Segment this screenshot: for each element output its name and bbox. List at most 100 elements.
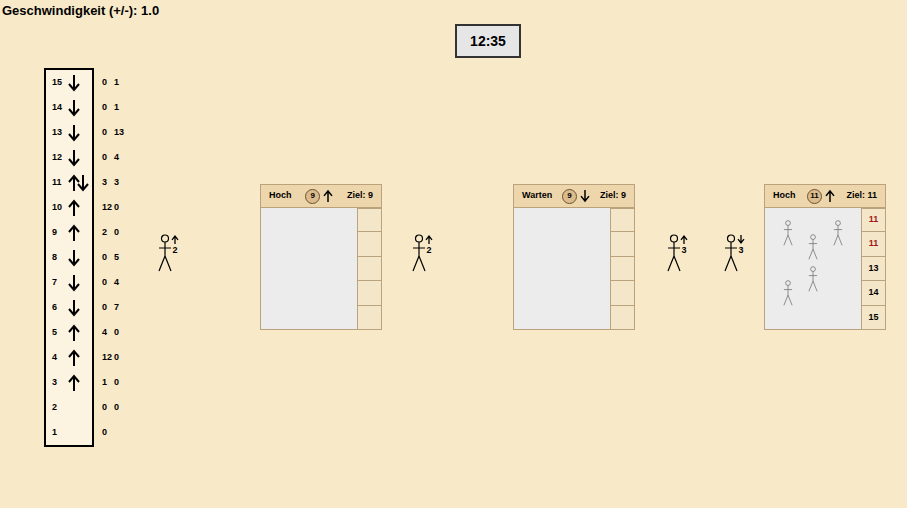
floor-number: 2 xyxy=(46,401,68,415)
floor-badge: 9 xyxy=(305,189,320,204)
person-icon xyxy=(723,234,739,272)
waiting-count: 7 xyxy=(114,301,126,315)
stop-floor: 15 xyxy=(868,311,878,325)
elevator-body xyxy=(260,208,382,330)
up-arrow-icon xyxy=(68,349,80,367)
elevator-body: 1111131415 xyxy=(764,208,886,330)
passenger-icon xyxy=(807,266,819,292)
stop-cell xyxy=(611,232,634,256)
waiting-count: 0 xyxy=(102,76,114,90)
floor-number: 6 xyxy=(46,301,68,315)
waiting-count: 4 xyxy=(102,326,114,340)
floor-row: 2 xyxy=(46,395,92,420)
stop-list: 1111131415 xyxy=(862,208,886,330)
elevator-cabin xyxy=(513,208,611,330)
waiting-count: 5 xyxy=(114,251,126,265)
stop-cell xyxy=(358,306,381,330)
count-row: 00 xyxy=(102,395,126,420)
waiting-count: 3 xyxy=(102,176,114,190)
waiting-person: 3 xyxy=(666,234,688,272)
waiting-count: 3 xyxy=(114,176,126,190)
count-row: 20 xyxy=(102,220,126,245)
waiting-count: 1 xyxy=(114,76,126,90)
floor-number: 7 xyxy=(46,276,68,290)
elevator-header: Warten 9 Ziel: 9 xyxy=(513,184,635,208)
waiting-count: 0 xyxy=(102,126,114,140)
up-arrow-icon xyxy=(68,199,80,217)
down-arrow-icon xyxy=(68,74,80,92)
floor-number: 9 xyxy=(46,226,68,240)
elevator-target: Ziel: 11 xyxy=(846,189,877,203)
floor-row: 4 xyxy=(46,345,92,370)
floor-arrows xyxy=(68,224,80,242)
stop-cell xyxy=(358,232,381,256)
waiting-count: 0 xyxy=(102,301,114,315)
floor-row: 11 xyxy=(46,170,92,195)
waiting-count: 0 xyxy=(114,326,126,340)
elevator-target: Ziel: 9 xyxy=(347,189,373,203)
passenger-icon xyxy=(807,234,819,260)
waiting-count: 0 xyxy=(102,276,114,290)
stop-cell: 11 xyxy=(862,208,885,232)
stop-cell xyxy=(611,257,634,281)
person-icon xyxy=(666,234,682,272)
floor-row: 1 xyxy=(46,420,92,445)
elevator-target: Ziel: 9 xyxy=(600,189,626,203)
count-row: 013 xyxy=(102,120,126,145)
floor-arrows xyxy=(68,349,80,367)
down-arrow-icon xyxy=(580,189,590,203)
down-arrow-icon xyxy=(737,234,745,245)
count-row: 120 xyxy=(102,345,126,370)
floor-number: 5 xyxy=(46,326,68,340)
floor-row: 5 xyxy=(46,320,92,345)
up-arrow-icon xyxy=(68,324,80,342)
count-row: 10 xyxy=(102,370,126,395)
scene: 1514131211109876543210101013043312020050… xyxy=(0,58,907,447)
waiting-person: 3 xyxy=(723,234,745,272)
floor-row: 10 xyxy=(46,195,92,220)
floor-number: 3 xyxy=(46,376,68,390)
waiting-person: 2 xyxy=(411,234,433,272)
waiting-count: 4 xyxy=(114,151,126,165)
up-arrow-icon xyxy=(68,374,80,392)
count-row: 40 xyxy=(102,320,126,345)
count-row: 05 xyxy=(102,245,126,270)
clock-time: 12:35 xyxy=(470,31,506,52)
count-row: 01 xyxy=(102,70,126,95)
floor-row: 14 xyxy=(46,95,92,120)
count-row: 07 xyxy=(102,295,126,320)
floor-row: 15 xyxy=(46,70,92,95)
elevator-position: 9 xyxy=(562,189,590,204)
up-arrow-icon xyxy=(825,189,835,203)
person-info: 2 xyxy=(171,234,179,255)
floor-number: 15 xyxy=(46,76,68,90)
elevator-header: Hoch11Ziel: 11 xyxy=(764,184,886,208)
person-icon xyxy=(157,234,173,272)
elevator-status: Warten xyxy=(522,189,552,203)
floor-number: 8 xyxy=(46,251,68,265)
waiting-count: 0 xyxy=(102,401,114,415)
waiting-count: 12 xyxy=(102,351,114,365)
down-arrow-icon xyxy=(77,174,89,192)
floor-row: 8 xyxy=(46,245,92,270)
stop-cell: 11 xyxy=(862,232,885,256)
floor-number: 4 xyxy=(46,351,68,365)
stop-cell xyxy=(611,281,634,305)
floor-arrows xyxy=(68,274,80,292)
down-arrow-icon xyxy=(68,99,80,117)
waiting-count: 4 xyxy=(114,276,126,290)
floor-row: 3 xyxy=(46,370,92,395)
person-target: 3 xyxy=(738,245,743,255)
elevator: Hoch9Ziel: 9 xyxy=(260,184,382,330)
count-row: 04 xyxy=(102,145,126,170)
stop-floor: 11 xyxy=(869,213,879,227)
floor-arrows xyxy=(68,249,80,267)
count-row: 01 xyxy=(102,95,126,120)
waiting-count: 0 xyxy=(114,401,126,415)
stop-cell: 14 xyxy=(862,281,885,305)
stop-list xyxy=(611,208,635,330)
count-row: 04 xyxy=(102,270,126,295)
floor-panel: 1514131211109876543210101013043312020050… xyxy=(44,68,126,447)
floor-arrows xyxy=(68,124,80,142)
waiting-count: 0 xyxy=(102,151,114,165)
